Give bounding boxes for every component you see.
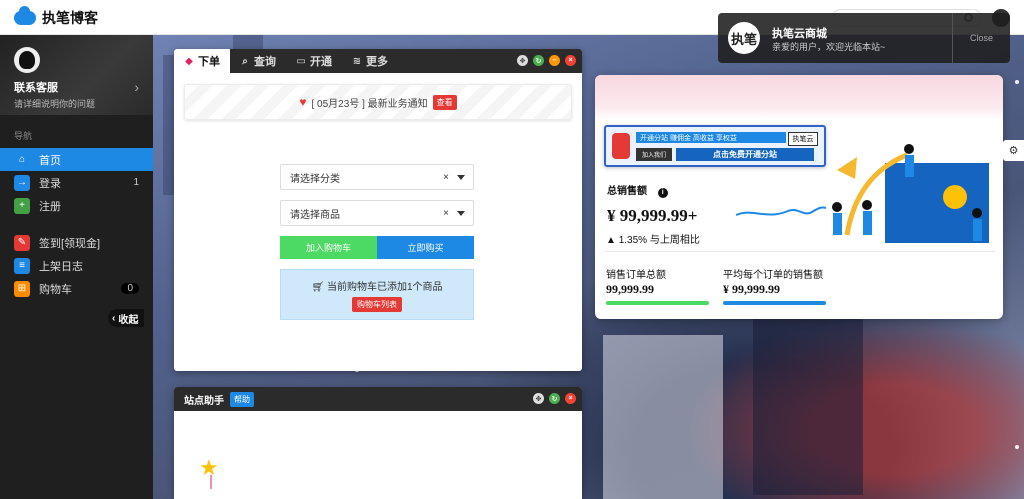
- mascot-icon: [612, 133, 630, 159]
- brand-name: 执笔博客: [42, 10, 98, 26]
- chevron-down-icon: [457, 175, 465, 180]
- avg-order-value: ¥ 99,999.99: [723, 282, 780, 296]
- cart-icon: ⊞: [14, 280, 30, 297]
- sidebar-item-count: 0: [121, 283, 139, 294]
- tab-order[interactable]: ◆ 下单: [174, 49, 230, 73]
- assistant-window: 站点助手 帮助 ✥ ↻ × ★: [174, 387, 582, 499]
- product-select[interactable]: 请选择商品 ×: [280, 200, 474, 226]
- cart-status-box: 🛒︎ 当前购物车已添加1个商品 购物车列表: [280, 269, 474, 320]
- assistant-window-titlebar: 站点助手 帮助 ✥ ↻ ×: [174, 387, 582, 411]
- close-icon[interactable]: ×: [565, 55, 576, 66]
- total-sales-label: 总销售额 i: [607, 182, 668, 198]
- notice-view-button[interactable]: 查看: [432, 94, 457, 110]
- settings-gear-icon[interactable]: ⚙: [1003, 140, 1024, 161]
- minimize-icon[interactable]: –: [549, 55, 560, 66]
- heart-icon: ♥: [299, 95, 307, 109]
- notice-text: [ 05月23号 ] 最新业务通知: [311, 98, 428, 110]
- snow-dot: [1015, 80, 1019, 84]
- toast-logo: 执笔: [728, 22, 760, 54]
- avg-progress-bar: [723, 301, 826, 305]
- chevron-down-icon: [457, 211, 465, 216]
- sidebar-item-label: 注册: [39, 200, 61, 213]
- tab-more[interactable]: ≋ 更多: [342, 49, 398, 73]
- tab-query[interactable]: ⌕ 查询: [230, 49, 286, 73]
- sidebar-item-login[interactable]: → 登录 1: [0, 171, 153, 194]
- banner-main-text: 点击免费开通分站: [676, 148, 814, 161]
- cart-status-text: 当前购物车已添加1个商品: [326, 281, 443, 293]
- banner-tag: 执笔云: [788, 132, 818, 146]
- business-notice: ♥ [ 05月23号 ] 最新业务通知 查看: [184, 84, 572, 120]
- close-icon[interactable]: ×: [565, 393, 576, 404]
- move-icon[interactable]: ✥: [533, 393, 544, 404]
- sidebar-user[interactable]: 联系客服 请详细说明你的问题 ›: [0, 35, 153, 115]
- sidebar-item-label: 首页: [39, 154, 61, 167]
- sidebar-item-count: 1: [133, 177, 139, 188]
- sidebar-item-label: 购物车: [39, 283, 72, 296]
- sidebar-item-cart[interactable]: ⊞ 购物车 0: [0, 277, 153, 300]
- dashboard-card: 开通分站 赚佣金 高收益 享权益 加入我们 点击免费开通分站 执笔云 总销售额 …: [595, 75, 1003, 319]
- refresh-icon[interactable]: ↻: [549, 393, 560, 404]
- tab-open[interactable]: ▭ 开通: [286, 49, 342, 73]
- chevron-right-icon: ›: [134, 79, 139, 95]
- sidebar-user-name: 联系客服: [14, 82, 58, 94]
- refresh-icon[interactable]: ↻: [533, 55, 544, 66]
- banner-top-text: 开通分站 赚佣金 高收益 享权益: [636, 132, 786, 143]
- notification-toast: 执笔 执笔云商城 亲爱的用户，欢迎光临本站~ Close: [718, 13, 1010, 63]
- substation-banner[interactable]: 开通分站 赚佣金 高收益 享权益 加入我们 点击免费开通分站 执笔云: [604, 125, 826, 167]
- order-window: ◆ 下单 ⌕ 查询 ▭ 开通 ≋ 更多 ✥ ↻ – × ♥ [ 05月23号 ]…: [174, 49, 582, 371]
- banner-join: 加入我们: [636, 148, 672, 161]
- toast-title: 执笔云商城: [772, 28, 827, 40]
- caret-up-icon: ▲: [606, 235, 616, 246]
- log-icon: ≡: [14, 257, 30, 274]
- info-icon[interactable]: i: [657, 187, 668, 198]
- cart-list-button[interactable]: 购物车列表: [352, 296, 402, 312]
- search-icon: ⌕: [242, 55, 248, 67]
- cake-icon: ◆: [185, 55, 193, 67]
- sales-delta: ▲ 1.35% 与上周相比: [606, 235, 700, 246]
- sidebar-section-label: 导航: [14, 131, 33, 141]
- cloud-logo-icon: [14, 6, 36, 25]
- login-icon: →: [14, 174, 30, 191]
- buy-now-button[interactable]: 立即购买: [377, 236, 474, 259]
- sidebar-item-checkin[interactable]: ✎ 签到[领现金]: [0, 231, 153, 254]
- snow-dot: [1015, 445, 1019, 449]
- clear-icon[interactable]: ×: [443, 172, 449, 183]
- avg-order-label: 平均每个订单的销售额: [723, 270, 823, 281]
- dashboard-header-decoration: [595, 75, 1003, 120]
- sidebar-user-sub: 请详细说明你的问题: [14, 99, 96, 109]
- sidebar-item-label: 签到[领现金]: [39, 237, 101, 250]
- monitor-icon: ▭: [296, 55, 306, 67]
- sidebar-item-log[interactable]: ≡ 上架日志: [0, 254, 153, 277]
- clear-icon[interactable]: ×: [443, 208, 449, 219]
- total-sales-value: ¥ 99,999.99+: [607, 206, 698, 225]
- assistant-title: 站点助手: [184, 395, 224, 407]
- cart-icon: 🛒︎: [311, 281, 325, 293]
- team-growth-illustration: [832, 144, 989, 243]
- checkin-icon: ✎: [14, 234, 30, 251]
- toast-close-button[interactable]: Close: [952, 13, 1010, 63]
- sidebar-item-register[interactable]: + 注册: [0, 194, 153, 217]
- avatar: [14, 47, 40, 73]
- sidebar-item-home[interactable]: ⌂ 首页: [0, 148, 153, 171]
- brand[interactable]: 执笔博客: [14, 6, 98, 28]
- chevron-left-icon: ‹: [112, 312, 116, 324]
- move-icon[interactable]: ✥: [517, 55, 528, 66]
- sidebar: 联系客服 请详细说明你的问题 › 导航 ⌂ 首页 → 登录 1 + 注册 ✎ 签…: [0, 35, 153, 499]
- home-icon: ⌂: [18, 154, 26, 165]
- layers-icon: ≋: [352, 55, 362, 67]
- order-window-titlebar: ◆ 下单 ⌕ 查询 ▭ 开通 ≋ 更多 ✥ ↻ – ×: [174, 49, 582, 73]
- orders-progress-bar: [606, 301, 709, 305]
- add-to-cart-button[interactable]: 加入购物车: [280, 236, 377, 259]
- toast-message: 亲爱的用户，欢迎光临本站~: [772, 42, 886, 52]
- orders-total-value: 99,999.99: [606, 282, 654, 296]
- sidebar-item-label: 登录: [39, 177, 61, 190]
- help-button[interactable]: 帮助: [230, 391, 254, 407]
- sales-trend-sparkline: [735, 206, 827, 216]
- orders-total-label: 销售订单总额: [606, 270, 666, 281]
- category-select[interactable]: 请选择分类 ×: [280, 164, 474, 190]
- flower-stem: [210, 475, 212, 489]
- collapse-button[interactable]: ‹ 收起: [108, 309, 145, 327]
- sidebar-item-label: 上架日志: [39, 260, 83, 273]
- register-icon: +: [14, 197, 30, 214]
